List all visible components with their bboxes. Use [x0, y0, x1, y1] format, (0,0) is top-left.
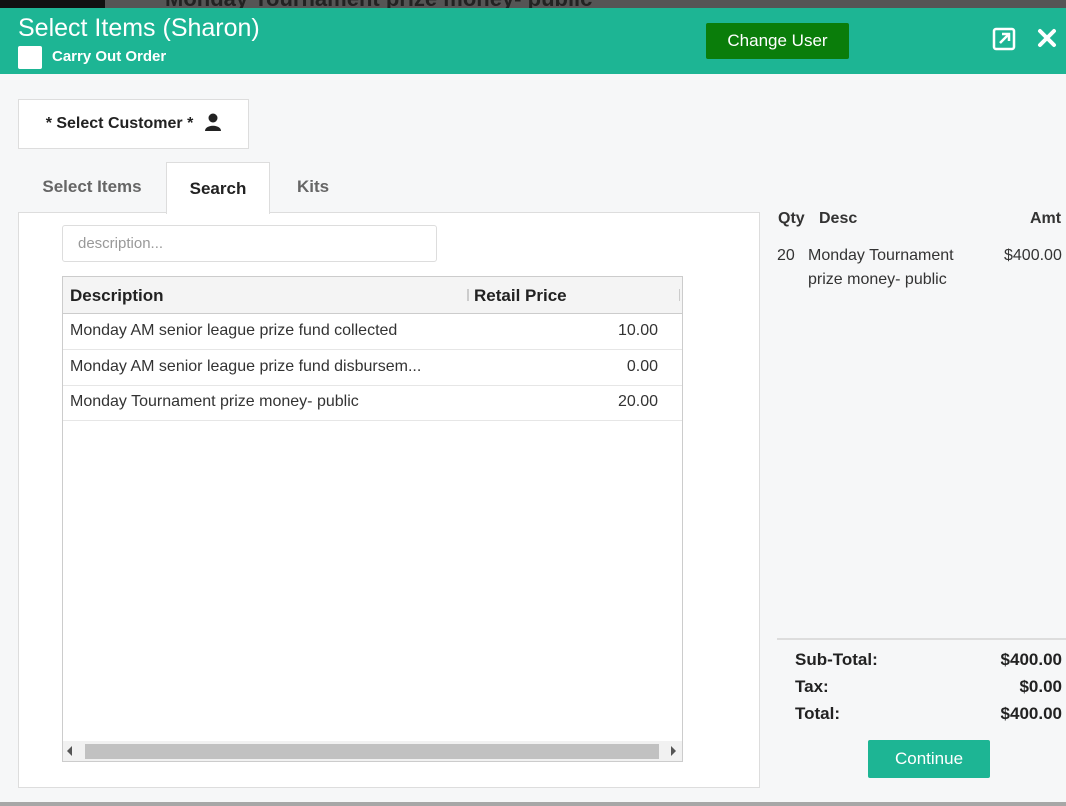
subtotal-label: Sub-Total: — [795, 650, 878, 669]
select-customer-button[interactable]: * Select Customer * — [18, 99, 249, 149]
column-resize-handle[interactable] — [467, 289, 469, 301]
row-description: Monday AM senior league prize fund colle… — [70, 322, 398, 339]
scroll-left-icon[interactable] — [67, 746, 72, 756]
table-row[interactable]: Monday AM senior league prize fund colle… — [63, 314, 682, 350]
search-panel: Description Retail Price Monday AM senio… — [18, 212, 760, 788]
user-icon — [205, 113, 222, 136]
cart-header-amt: Amt — [1030, 210, 1062, 227]
row-price: 20.00 — [617, 393, 658, 410]
row-price: 0.00 — [626, 358, 658, 375]
select-items-dialog: Select Items (Sharon) Carry Out Order Ch… — [0, 8, 1066, 802]
cart-item-amt[interactable]: $400.00 — [1004, 244, 1062, 268]
tab-select-items[interactable]: Select Items — [18, 162, 166, 212]
select-customer-label: * Select Customer * — [45, 115, 194, 132]
subtotal-value: $400.00 — [1000, 650, 1062, 669]
continue-button[interactable]: Continue — [868, 740, 990, 778]
change-user-button[interactable]: Change User — [706, 23, 849, 59]
column-resize-handle[interactable] — [679, 289, 680, 301]
tab-search[interactable]: Search — [166, 162, 270, 214]
cart-header-desc: Desc — [819, 210, 858, 227]
close-icon[interactable] — [1036, 27, 1060, 51]
carry-out-label: Carry Out Order — [52, 48, 167, 65]
carry-out-checkbox[interactable] — [18, 46, 42, 69]
column-header-description[interactable]: Description — [70, 286, 164, 306]
tax-label: Tax: — [795, 677, 829, 696]
totals-divider — [777, 638, 1066, 640]
background-page-dark-bar — [0, 0, 105, 8]
dialog-title: Select Items (Sharon) — [18, 14, 260, 42]
scrollbar-thumb[interactable] — [85, 744, 659, 759]
expand-icon[interactable] — [992, 27, 1016, 51]
tab-kits[interactable]: Kits — [270, 162, 356, 212]
table-row[interactable]: Monday AM senior league prize fund disbu… — [63, 350, 682, 386]
dialog-header: Select Items (Sharon) Carry Out Order Ch… — [0, 8, 1066, 74]
items-grid: Description Retail Price Monday AM senio… — [62, 276, 683, 762]
total-label: Total: — [795, 704, 841, 723]
tax-value: $0.00 — [1019, 677, 1062, 696]
row-description: Monday AM senior league prize fund disbu… — [70, 358, 422, 375]
background-page: Monday Tournament prize money- public — [0, 0, 1066, 11]
table-row[interactable]: Monday Tournament prize money- public 20… — [63, 385, 682, 421]
cart-header-qty: Qty — [778, 210, 805, 227]
scroll-right-icon[interactable] — [671, 746, 676, 756]
cart-item-qty[interactable]: 20 — [777, 244, 795, 268]
grid-header: Description Retail Price — [63, 277, 682, 314]
total-value: $400.00 — [1000, 704, 1062, 723]
row-description: Monday Tournament prize money- public — [70, 393, 359, 410]
search-input[interactable] — [62, 225, 437, 262]
column-header-retail-price[interactable]: Retail Price — [474, 286, 567, 306]
row-price: 10.00 — [617, 322, 658, 339]
cart-item-desc[interactable]: Monday Tournament prize money- public — [808, 244, 988, 292]
horizontal-scrollbar[interactable] — [63, 741, 682, 761]
